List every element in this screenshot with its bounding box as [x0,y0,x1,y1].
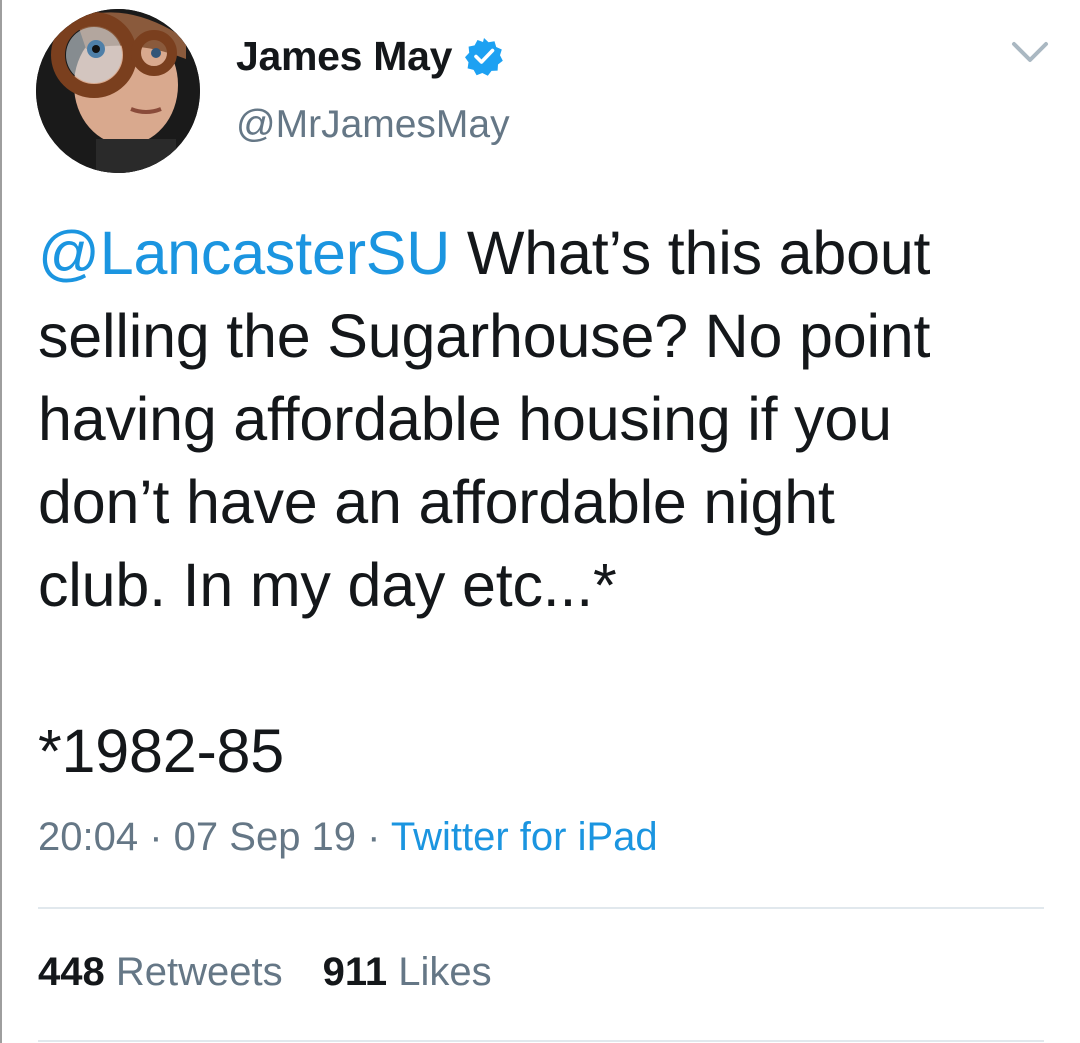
frame-edge [0,0,2,1043]
avatar[interactable] [36,9,200,173]
tweet-source-link[interactable]: Twitter for iPad [391,815,658,859]
likes-label: Likes [398,950,492,994]
meta-separator: · [356,815,391,859]
author-row[interactable]: James May [236,28,504,84]
user-handle[interactable]: @MrJamesMay [236,103,510,147]
tweet-meta: 20:04 · 07 Sep 19 · Twitter for iPad [38,815,658,860]
mention-link[interactable]: @LancasterSU [38,219,450,287]
retweets-stat[interactable]: 448 Retweets [38,950,283,994]
chevron-down-icon[interactable] [1010,38,1050,68]
verified-badge-icon [465,38,503,76]
tweet-body: @LancasterSU What’s this about selling t… [38,212,1048,793]
likes-count: 911 [322,950,388,994]
tweet-text: What’s this about selling the Sugarhouse… [38,219,931,785]
tweet-time: 20:04 [38,815,139,859]
tweet-date: 07 Sep 19 [173,815,357,859]
retweets-count: 448 [38,950,105,994]
likes-stat[interactable]: 911 Likes [323,950,492,994]
divider [38,907,1044,909]
divider [38,1040,1044,1042]
meta-separator: · [138,815,174,859]
avatar-photo [36,9,200,173]
tweet-stats: 448 Retweets 911 Likes [38,950,492,995]
retweets-label: Retweets [115,950,283,994]
display-name[interactable]: James May [236,33,452,80]
